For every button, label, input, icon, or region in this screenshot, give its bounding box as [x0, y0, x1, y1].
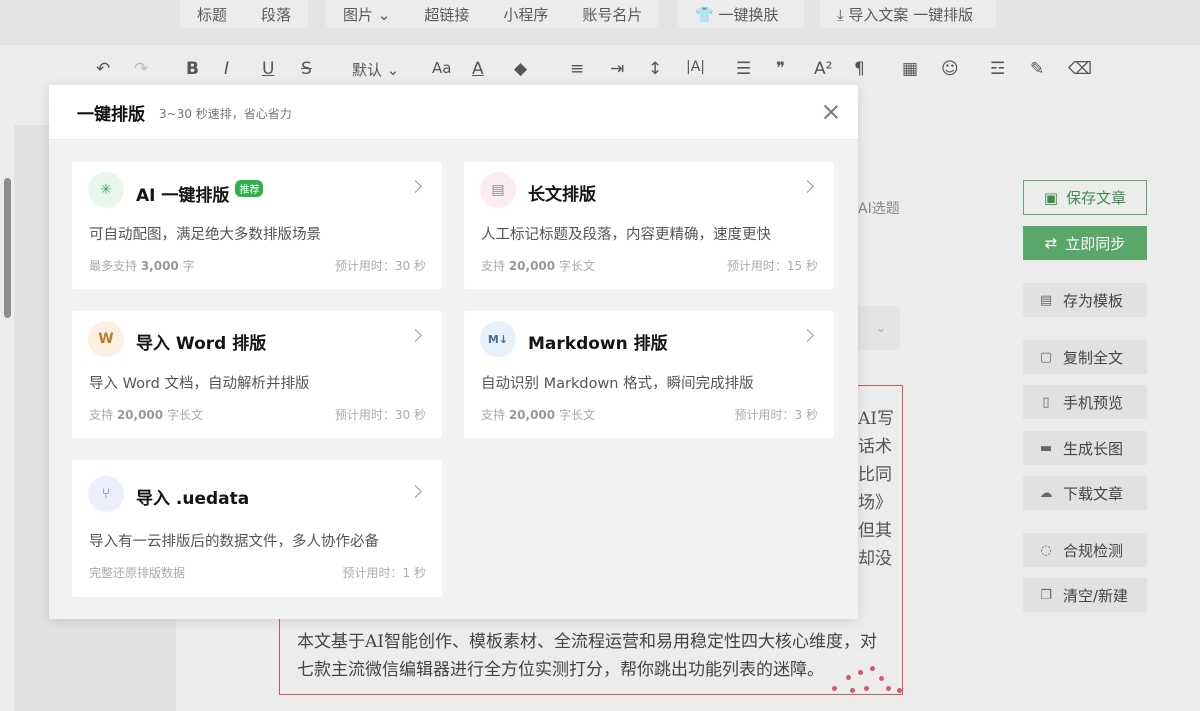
card-estimated-time: 预计用时：1 秒 [342, 566, 426, 580]
card-title-text: AI 一键排版 [136, 186, 230, 206]
merge-icon: ⑂ [88, 476, 124, 512]
card-description: 自动识别 Markdown 格式，瞬间完成排版 [481, 376, 754, 392]
card-estimated-time: 预计用时：15 秒 [726, 259, 818, 273]
card-capacity-suffix: 字长文 [555, 408, 595, 422]
word-import-card[interactable]: W 导入 Word 排版 导入 Word 文档，自动解析并排版 支持 20,00… [72, 311, 442, 438]
card-estimated-time: 预计用时：3 秒 [734, 408, 818, 422]
card-estimated-time: 预计用时：30 秒 [334, 259, 426, 273]
card-title: AI 一键排版 推荐 [136, 180, 264, 206]
card-capacity: 支持 20,000 字长文 [481, 257, 595, 274]
dialog-subtitle: 3~30 秒速排，省心省力 [159, 107, 292, 121]
one-click-format-dialog: 一键排版 3~30 秒速排，省心省力 ✳ AI 一键排版 推荐 可自动配图，满足绝… [49, 85, 858, 619]
card-capacity-number: 3,000 [140, 259, 179, 273]
chevron-right-icon [801, 329, 814, 342]
card-capacity-number: 20,000 [116, 408, 164, 422]
card-title: 导入 .uedata [136, 489, 250, 509]
chevron-right-icon [409, 329, 422, 342]
card-capacity-prefix: 支持 [481, 408, 509, 422]
card-capacity: 支持 20,000 字长文 [481, 406, 595, 423]
card-capacity-suffix: 字长文 [163, 408, 203, 422]
long-article-format-card[interactable]: ▤ 长文排版 人工标记标题及段落，内容更精确，速度更快 支持 20,000 字长… [464, 162, 834, 289]
card-title: Markdown 排版 [528, 334, 668, 354]
chevron-right-icon [801, 180, 814, 193]
dialog-title: 一键排版 [77, 104, 145, 125]
word-icon: W [88, 321, 124, 357]
recommended-badge: 推荐 [235, 180, 264, 197]
markdown-format-card[interactable]: M↓ Markdown 排版 自动识别 Markdown 格式，瞬间完成排版 支… [464, 311, 834, 438]
card-title: 长文排版 [528, 185, 596, 205]
card-description: 人工标记标题及段落，内容更精确，速度更快 [481, 227, 771, 243]
uedata-import-card[interactable]: ⑂ 导入 .uedata 导入有一云排版后的数据文件，多人协作必备 完整还原排版… [72, 460, 442, 597]
card-capacity-prefix: 支持 [481, 259, 509, 273]
card-capacity: 最多支持 3,000 字 [89, 257, 195, 274]
chevron-right-icon [409, 180, 422, 193]
card-capacity-number: 20,000 [508, 408, 556, 422]
card-description: 可自动配图，满足绝大多数排版场景 [89, 227, 321, 243]
card-capacity: 支持 20,000 字长文 [89, 406, 203, 423]
card-capacity-suffix: 字 [178, 259, 195, 273]
card-description: 导入 Word 文档，自动解析并排版 [89, 376, 310, 392]
ai-sparkle-icon: ✳ [88, 172, 124, 208]
card-description: 导入有一云排版后的数据文件，多人协作必备 [89, 534, 379, 550]
ai-format-card[interactable]: ✳ AI 一键排版 推荐 可自动配图，满足绝大多数排版场景 最多支持 3,000 … [72, 162, 442, 289]
dialog-header: 一键排版 3~30 秒速排，省心省力 [49, 85, 858, 140]
chevron-right-icon [409, 485, 422, 498]
card-capacity-suffix: 字长文 [555, 259, 595, 273]
card-title: 导入 Word 排版 [136, 334, 267, 354]
document-list-icon: ▤ [480, 172, 516, 208]
card-capacity-prefix: 最多支持 [89, 259, 141, 273]
card-capacity: 完整还原排版数据 [89, 566, 186, 580]
card-estimated-time: 预计用时：30 秒 [334, 408, 426, 422]
markdown-icon: M↓ [480, 321, 516, 357]
card-capacity-number: 20,000 [508, 259, 556, 273]
close-icon[interactable] [820, 101, 842, 123]
card-capacity-prefix: 支持 [89, 408, 117, 422]
